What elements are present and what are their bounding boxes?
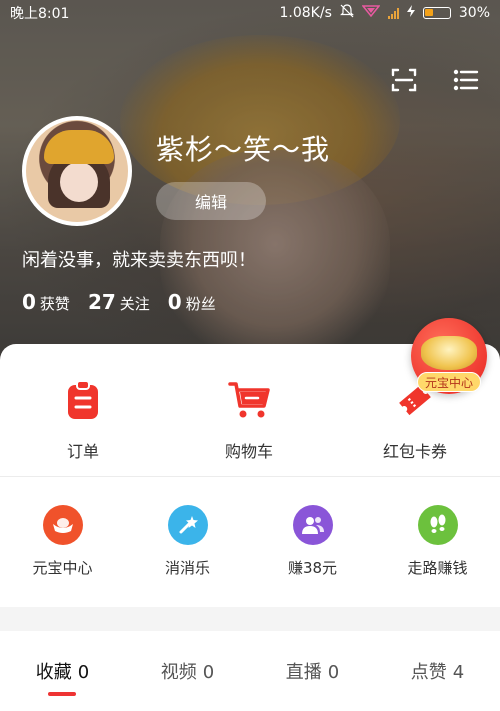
stat-likes[interactable]: 0 获赞	[22, 290, 70, 314]
coupon-label: 红包卡券	[382, 442, 447, 461]
stat-fans[interactable]: 0 粉丝	[168, 290, 216, 314]
wifi-icon	[361, 5, 381, 21]
walk-earn-label: 走路赚钱	[407, 559, 468, 577]
footprints-icon	[417, 505, 458, 545]
profile-stats: 0 获赞 27 关注 0 粉丝	[22, 290, 216, 314]
username: 紫杉～笑～我	[156, 133, 331, 166]
gold-ingot-icon	[421, 336, 477, 370]
order-button[interactable]: 订单	[0, 380, 166, 462]
charging-icon	[406, 5, 415, 21]
users-icon	[292, 505, 333, 545]
ingot-center-badge-label: 元宝中心	[417, 372, 481, 392]
battery-icon	[422, 7, 451, 19]
secondary-actions-card: 元宝中心 消消乐 赚38元 走路赚钱	[0, 477, 500, 607]
avatar[interactable]	[22, 116, 132, 226]
earn-38-label: 赚38元	[287, 559, 338, 577]
ingot-center-floating-button[interactable]: 元宝中心	[411, 318, 487, 394]
content-tabs: 收藏 0 视频 0 直播 0 点赞 4	[0, 631, 500, 711]
tab-favorites[interactable]: 收藏 0	[36, 658, 89, 684]
ingot-center-label: 元宝中心	[32, 559, 93, 577]
tab-videos[interactable]: 视频 0	[161, 658, 214, 684]
mute-bell-icon	[339, 4, 354, 22]
walk-earn-button[interactable]: 走路赚钱	[375, 505, 500, 578]
match-game-label: 消消乐	[164, 559, 210, 577]
match-game-button[interactable]: 消消乐	[125, 505, 250, 578]
order-label: 订单	[66, 442, 99, 461]
network-speed: 1.08K/s	[279, 5, 332, 21]
battery-percent: 30%	[458, 5, 490, 21]
coupon-button[interactable]: 红包卡券	[332, 380, 498, 462]
tab-live[interactable]: 直播 0	[286, 658, 339, 684]
shopping-cart-label: 购物车	[224, 442, 273, 461]
tab-liked[interactable]: 点赞 4	[411, 658, 464, 684]
scan-icon[interactable]	[390, 66, 418, 94]
stat-following[interactable]: 27 关注	[88, 290, 150, 314]
ingot-icon	[42, 505, 83, 545]
edit-profile-button[interactable]: 编辑	[156, 182, 266, 220]
order-clipboard-icon	[65, 380, 101, 424]
profile-bio: 闲着没事，就来卖卖东西呗！	[22, 250, 256, 271]
status-time: 晚上8:01	[10, 6, 70, 22]
shopping-cart-button[interactable]: 购物车	[166, 380, 332, 462]
sparkle-wand-icon	[167, 505, 208, 545]
menu-list-icon[interactable]	[452, 66, 480, 94]
status-bar: 晚上8:01 1.08K/s 30%	[0, 0, 500, 26]
signal-icon	[387, 7, 399, 19]
ingot-center-button[interactable]: 元宝中心	[0, 505, 125, 578]
shopping-cart-icon	[228, 380, 270, 424]
earn-38-button[interactable]: 赚38元	[250, 505, 375, 578]
